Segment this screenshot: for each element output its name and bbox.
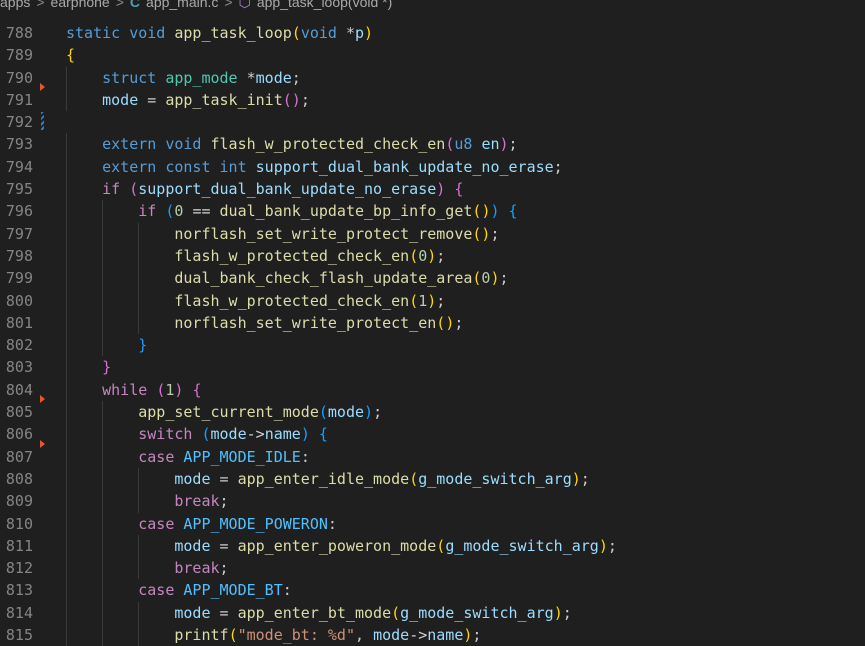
modified-line-indicator-icon [41, 112, 44, 131]
code-text: } [102, 358, 112, 377]
line-number: 801 [5, 313, 33, 332]
line-number: 797 [5, 224, 33, 243]
breadcrumb-item-symbol[interactable]: app_task_loop(void *) [257, 0, 392, 10]
code-text: break; [174, 492, 229, 511]
code-line[interactable]: 806 switch (mode->name) { [0, 423, 865, 446]
code-line[interactable]: 796 if (0 == dual_bank_update_bp_info_ge… [0, 200, 865, 223]
code-line[interactable]: 791 mode = app_task_init(); [0, 82, 865, 112]
code-text: case APP_MODE_IDLE: [138, 447, 310, 466]
code-text: while (1) { [102, 380, 202, 399]
line-number: 812 [5, 559, 33, 578]
code-text: static void app_task_loop(void *p) [66, 24, 374, 42]
line-number: 814 [5, 603, 33, 622]
line-number: 795 [5, 180, 33, 199]
code-text: struct app_mode *mode; [102, 68, 301, 87]
line-number: 806 [5, 425, 33, 444]
line-number: 803 [5, 358, 33, 377]
line-number: 802 [5, 336, 33, 355]
line-number: 788 [5, 24, 33, 42]
line-number: 793 [5, 135, 33, 154]
code-text: switch (mode->name) { [138, 425, 328, 444]
chevron-right-icon: > [224, 0, 233, 10]
code-line[interactable]: 800 flash_w_protected_check_en(1); [0, 289, 865, 312]
code-line[interactable]: 801 norflash_set_write_protect_en(); [0, 311, 865, 335]
code-text: printf("mode_bt: %d", mode->name); [174, 626, 482, 645]
code-line[interactable]: 815 printf("mode_bt: %d", mode->name); [0, 624, 865, 646]
code-line[interactable]: 807 case APP_MODE_IDLE: [0, 439, 865, 468]
code-line[interactable]: 805 app_set_current_mode(mode); [0, 395, 865, 424]
code-text: case APP_MODE_BT: [138, 581, 292, 600]
code-text: norflash_set_write_protect_en(); [174, 313, 464, 332]
line-number: 790 [5, 68, 33, 87]
code-line[interactable]: 811 mode = app_enter_poweron_mode(g_mode… [0, 534, 865, 558]
line-number: 794 [5, 157, 33, 176]
code-line[interactable]: 802 } [0, 334, 865, 357]
code-line[interactable]: 804 while (1) { [0, 378, 865, 402]
code-text: extern const int support_dual_bank_updat… [102, 157, 563, 176]
code-line[interactable]: 797 norflash_set_write_protect_remove(); [0, 222, 865, 245]
code-text: if (support_dual_bank_update_no_erase) { [102, 180, 464, 199]
code-line[interactable]: 792 [0, 111, 865, 133]
line-number: 796 [5, 202, 33, 221]
line-number: 804 [5, 380, 33, 399]
line-number: 815 [5, 626, 33, 645]
line-number: 813 [5, 581, 33, 600]
code-text: flash_w_protected_check_en(0); [174, 246, 446, 265]
line-number: 789 [5, 46, 33, 65]
code-line[interactable]: 793 extern void flash_w_protected_check_… [0, 133, 865, 156]
chevron-right-icon: > [115, 0, 124, 10]
method-cube-icon: ⬡ [238, 0, 251, 10]
breakpoint-fold-marker-icon[interactable] [40, 395, 46, 423]
code-text: flash_w_protected_check_en(1); [174, 291, 446, 310]
code-text: mode = app_enter_idle_mode(g_mode_switch… [174, 469, 590, 488]
line-number: 811 [5, 536, 33, 555]
code-line[interactable]: 794 extern const int support_dual_bank_u… [0, 155, 865, 179]
code-line[interactable]: 798 flash_w_protected_check_en(0); [0, 244, 865, 268]
code-text: dual_bank_check_flash_update_area(0); [174, 269, 509, 288]
code-line[interactable]: 803 } [0, 356, 865, 379]
code-text: mode = app_enter_poweron_mode(g_mode_swi… [174, 536, 617, 555]
line-number: 808 [5, 469, 33, 488]
code-line[interactable]: 788 static void app_task_loop(void *p) [0, 22, 865, 44]
code-line[interactable]: 812 break; [0, 557, 865, 580]
code-line[interactable]: 799 dual_bank_check_flash_update_area(0)… [0, 267, 865, 290]
code-text: extern void flash_w_protected_check_en(u… [102, 135, 518, 154]
code-line[interactable]: 814 mode = app_enter_bt_mode(g_mode_swit… [0, 601, 865, 625]
breakpoint-fold-marker-icon[interactable] [40, 439, 46, 468]
line-number: 791 [5, 90, 33, 109]
code-text: case APP_MODE_POWERON: [138, 514, 337, 533]
code-line[interactable]: 813 case APP_MODE_BT: [0, 579, 865, 602]
line-number: 809 [5, 492, 33, 511]
line-number: 799 [5, 269, 33, 288]
code-line[interactable]: 795 if (support_dual_bank_update_no_eras… [0, 178, 865, 201]
line-number: 810 [5, 514, 33, 533]
code-text: if (0 == dual_bank_update_bp_info_get())… [138, 202, 518, 221]
chevron-right-icon: > [36, 0, 45, 10]
code-line[interactable]: 810 case APP_MODE_POWERON: [0, 512, 865, 535]
line-number: 798 [5, 246, 33, 265]
line-number: 792 [5, 113, 33, 132]
breadcrumb: apps > earphone > C app_main.c > ⬡ app_t… [0, 0, 392, 10]
breadcrumb-item-apps[interactable]: apps [0, 0, 30, 10]
code-text: } [138, 336, 148, 355]
code-line[interactable]: 789 { [0, 44, 865, 66]
code-text: { [66, 46, 76, 65]
code-text: mode = app_enter_bt_mode(g_mode_switch_a… [174, 603, 572, 622]
code-line[interactable]: 809 break; [0, 490, 865, 513]
line-number: 807 [5, 447, 33, 466]
code-text: break; [174, 559, 229, 578]
code-text: norflash_set_write_protect_remove(); [174, 224, 500, 243]
line-number: 805 [5, 403, 33, 422]
c-file-icon: C [129, 0, 141, 10]
breadcrumb-item-file[interactable]: app_main.c [146, 0, 218, 10]
code-text: app_set_current_mode(mode); [138, 403, 383, 422]
breakpoint-fold-marker-icon[interactable] [40, 82, 46, 111]
code-line[interactable]: 790 struct app_mode *mode; [0, 66, 865, 89]
code-text: mode = app_task_init(); [102, 90, 310, 109]
code-line[interactable]: 808 mode = app_enter_idle_mode(g_mode_sw… [0, 467, 865, 491]
breadcrumb-item-earphone[interactable]: earphone [51, 0, 110, 10]
line-number: 800 [5, 291, 33, 310]
code-editor[interactable]: 788 static void app_task_loop(void *p) 789… [0, 22, 865, 646]
